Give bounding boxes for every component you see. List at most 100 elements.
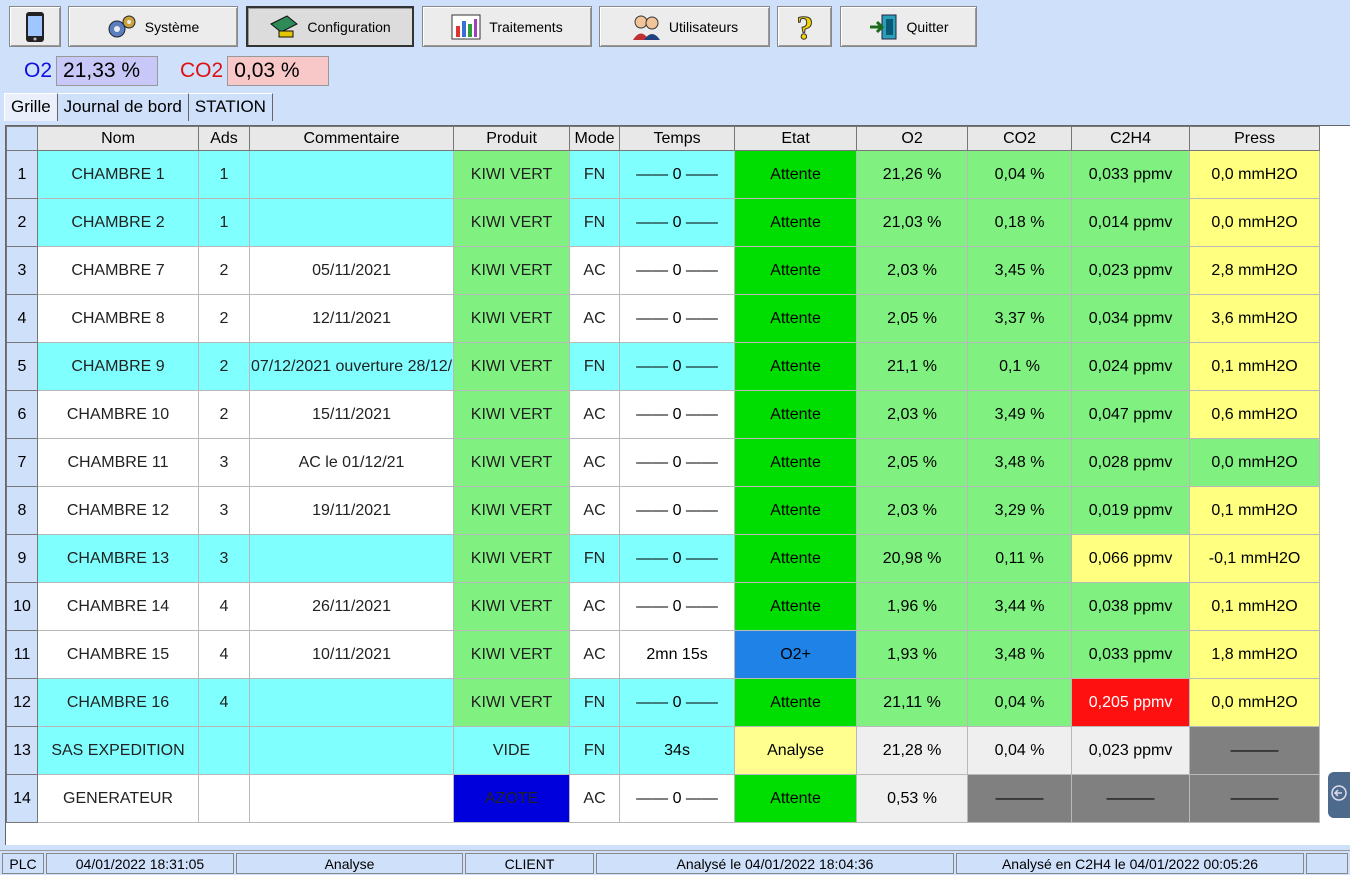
row-number[interactable]: 11 — [6, 630, 38, 679]
side-panel-handle[interactable] — [1328, 772, 1350, 818]
cell-temps[interactable]: —— 0 —— — [619, 246, 736, 295]
table-row[interactable]: 10 CHAMBRE 14 4 26/11/2021 KIWI VERT AC —— 0 —… — [6, 582, 1321, 631]
cell-temps[interactable]: —— 0 —— — [619, 534, 736, 583]
header-press[interactable]: Press — [1189, 126, 1321, 151]
table-row[interactable]: 5 CHAMBRE 9 2 07/12/2021 ouverture 28/12/KI… — [6, 342, 1321, 391]
cell-nom[interactable]: CHAMBRE 2 — [37, 198, 199, 247]
cell-etat[interactable]: Attente — [734, 294, 858, 343]
cell-temps[interactable]: —— 0 —— — [619, 678, 736, 727]
cell-commentaire[interactable] — [248, 726, 455, 775]
header-temps[interactable]: Temps — [619, 126, 736, 151]
cell-co2[interactable]: 0,11 % — [967, 534, 1073, 583]
row-number[interactable]: 9 — [6, 534, 38, 583]
cell-etat[interactable]: O2+ — [734, 630, 858, 679]
cell-produit[interactable]: KIWI VERT — [453, 582, 571, 631]
cell-mode[interactable]: FN — [569, 678, 621, 727]
cell-c2h4[interactable]: ——— — [1071, 774, 1191, 823]
cell-press[interactable]: 0,0 mmH2O — [1189, 198, 1321, 247]
cell-ads[interactable]: 2 — [198, 246, 250, 295]
cell-temps[interactable]: —— 0 —— — [619, 774, 736, 823]
cell-o2[interactable]: 21,1 % — [856, 342, 969, 391]
row-number[interactable]: 12 — [6, 678, 38, 727]
cell-nom[interactable]: CHAMBRE 13 — [37, 534, 199, 583]
cell-c2h4[interactable]: 0,047 ppmv — [1071, 390, 1191, 439]
cell-press[interactable]: 0,0 mmH2O — [1189, 678, 1321, 727]
cell-nom[interactable]: CHAMBRE 9 — [37, 342, 199, 391]
row-number[interactable]: 14 — [6, 774, 38, 823]
cell-o2[interactable]: 2,03 % — [856, 246, 969, 295]
cell-mode[interactable]: AC — [569, 246, 621, 295]
quitter-button[interactable]: Quitter — [840, 6, 977, 47]
cell-mode[interactable]: FN — [569, 342, 621, 391]
row-number[interactable]: 13 — [6, 726, 38, 775]
cell-press[interactable]: 0,1 mmH2O — [1189, 486, 1321, 535]
cell-c2h4[interactable]: 0,024 ppmv — [1071, 342, 1191, 391]
cell-press[interactable]: 0,1 mmH2O — [1189, 342, 1321, 391]
cell-ads[interactable]: 3 — [198, 534, 250, 583]
cell-o2[interactable]: 2,03 % — [856, 486, 969, 535]
cell-co2[interactable]: 3,45 % — [967, 246, 1073, 295]
cell-commentaire[interactable] — [248, 774, 455, 823]
cell-mode[interactable]: AC — [569, 630, 621, 679]
cell-o2[interactable]: 1,96 % — [856, 582, 969, 631]
cell-ads[interactable]: 4 — [198, 630, 250, 679]
cell-press[interactable]: 1,8 mmH2O — [1189, 630, 1321, 679]
tab-station[interactable]: STATION — [188, 93, 273, 121]
help-button[interactable]: ? — [777, 6, 832, 47]
cell-nom[interactable]: SAS EXPEDITION — [37, 726, 199, 775]
cell-mode[interactable]: AC — [569, 486, 621, 535]
cell-temps[interactable]: —— 0 —— — [619, 150, 736, 199]
cell-commentaire[interactable] — [248, 534, 455, 583]
cell-co2[interactable]: 3,44 % — [967, 582, 1073, 631]
cell-o2[interactable]: 1,93 % — [856, 630, 969, 679]
header-co2[interactable]: CO2 — [967, 126, 1073, 151]
cell-mode[interactable]: AC — [569, 294, 621, 343]
cell-mode[interactable]: AC — [569, 774, 621, 823]
cell-co2[interactable]: 3,49 % — [967, 390, 1073, 439]
cell-produit[interactable]: KIWI VERT — [453, 438, 571, 487]
header-commentaire[interactable]: Commentaire — [248, 126, 455, 151]
cell-commentaire[interactable] — [248, 198, 455, 247]
cell-nom[interactable]: CHAMBRE 15 — [37, 630, 199, 679]
cell-nom[interactable]: CHAMBRE 12 — [37, 486, 199, 535]
cell-c2h4[interactable]: 0,023 ppmv — [1071, 726, 1191, 775]
cell-produit[interactable]: KIWI VERT — [453, 342, 571, 391]
cell-ads[interactable]: 4 — [198, 678, 250, 727]
header-etat[interactable]: Etat — [734, 126, 858, 151]
cell-etat[interactable]: Analyse — [734, 726, 858, 775]
cell-etat[interactable]: Attente — [734, 246, 858, 295]
cell-o2[interactable]: 21,03 % — [856, 198, 969, 247]
cell-o2[interactable]: 2,05 % — [856, 294, 969, 343]
header-produit[interactable]: Produit — [453, 126, 571, 151]
cell-co2[interactable]: 0,18 % — [967, 198, 1073, 247]
cell-ads[interactable]: 2 — [198, 342, 250, 391]
cell-produit[interactable]: AZOTE — [453, 774, 571, 823]
cell-press[interactable]: ——— — [1189, 774, 1321, 823]
cell-press[interactable]: 2,8 mmH2O — [1189, 246, 1321, 295]
row-number[interactable]: 10 — [6, 582, 38, 631]
cell-c2h4[interactable]: 0,014 ppmv — [1071, 198, 1191, 247]
cell-co2[interactable]: 0,04 % — [967, 150, 1073, 199]
table-row[interactable]: 3 CHAMBRE 7 2 05/11/2021 KIWI VERT AC —— 0 —— A… — [6, 246, 1321, 295]
table-row[interactable]: 2 CHAMBRE 2 1 KIWI VERT FN —— 0 —— Attente 21,0… — [6, 198, 1321, 247]
header-mode[interactable]: Mode — [569, 126, 621, 151]
cell-co2[interactable]: ——— — [967, 774, 1073, 823]
table-row[interactable]: 13 SAS EXPEDITION VIDE FN 34s Analyse 21,28 % 0… — [6, 726, 1321, 775]
cell-temps[interactable]: —— 0 —— — [619, 198, 736, 247]
row-number[interactable]: 5 — [6, 342, 38, 391]
cell-nom[interactable]: GENERATEUR — [37, 774, 199, 823]
row-number[interactable]: 6 — [6, 390, 38, 439]
table-row[interactable]: 9 CHAMBRE 13 3 KIWI VERT FN —— 0 —— Attente 20,… — [6, 534, 1321, 583]
header-c2h4[interactable]: C2H4 — [1071, 126, 1191, 151]
tab-journal-de-bord[interactable]: Journal de bord — [57, 93, 189, 121]
cell-nom[interactable]: CHAMBRE 7 — [37, 246, 199, 295]
cell-etat[interactable]: Attente — [734, 678, 858, 727]
table-row[interactable]: 14 GENERATEUR AZOTE AC —— 0 —— Attente 0,53 % —… — [6, 774, 1321, 823]
cell-etat[interactable]: Attente — [734, 150, 858, 199]
cell-o2[interactable]: 20,98 % — [856, 534, 969, 583]
cell-o2[interactable]: 2,03 % — [856, 390, 969, 439]
cell-o2[interactable]: 21,28 % — [856, 726, 969, 775]
row-number[interactable]: 1 — [6, 150, 38, 199]
cell-press[interactable]: -0,1 mmH2O — [1189, 534, 1321, 583]
cell-temps[interactable]: 34s — [619, 726, 736, 775]
